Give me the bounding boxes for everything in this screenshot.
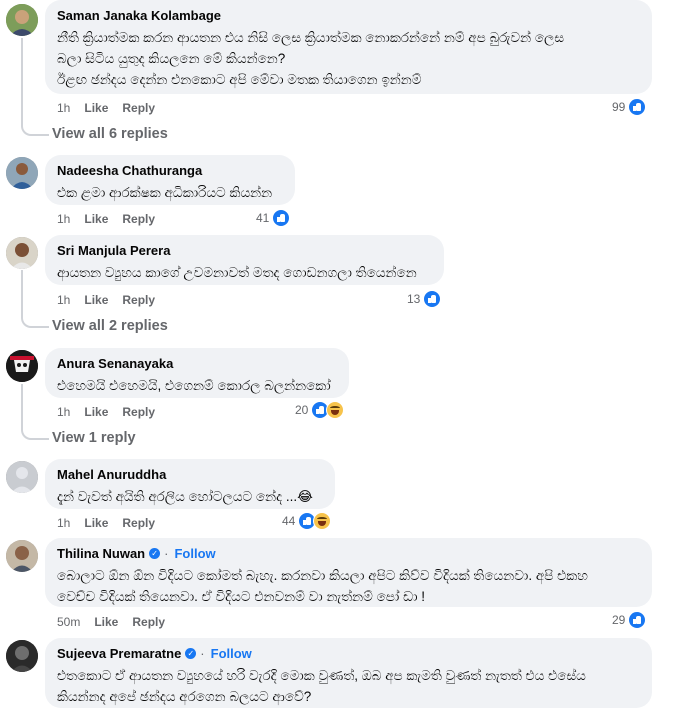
reply-button[interactable]: Reply <box>122 515 155 531</box>
avatar[interactable] <box>6 157 38 189</box>
like-button[interactable]: Like <box>84 292 108 308</box>
reaction-summary[interactable]: 29 <box>612 611 647 629</box>
comment-bubble: Nadeesha Chathuranga එක ළමා ආරක්ෂක අධිකා… <box>45 155 295 205</box>
like-icon <box>628 98 647 116</box>
avatar[interactable] <box>6 237 38 269</box>
reply-button[interactable]: Reply <box>122 404 155 420</box>
comment-timestamp[interactable]: 1h <box>57 404 70 420</box>
reply-connector <box>21 122 49 136</box>
view-replies-link[interactable]: View all 6 replies <box>52 126 168 142</box>
avatar[interactable] <box>6 350 38 382</box>
haha-icon <box>313 512 332 530</box>
comment-actions: 1h Like Reply <box>57 292 155 308</box>
comment-actions: 1h Like Reply <box>57 404 155 420</box>
reaction-summary[interactable]: 99 <box>612 98 647 116</box>
avatar[interactable] <box>6 640 38 672</box>
comment-author[interactable]: Sri Manjula Perera <box>57 242 432 259</box>
like-icon <box>423 290 442 308</box>
reply-button[interactable]: Reply <box>122 292 155 308</box>
reply-connector <box>21 314 49 328</box>
comment-actions: 50m Like Reply <box>57 614 165 630</box>
reply-connector <box>21 426 49 440</box>
comment-text: නීති ක්‍රියාත්මක කරන ආයතන එය නිසි ලෙස ක්… <box>57 30 565 87</box>
reaction-count: 44 <box>282 514 296 528</box>
comment-bubble: Sri Manjula Perera ආයතන ව්‍යුහය කාගේ උවම… <box>45 235 444 285</box>
like-button[interactable]: Like <box>84 404 108 420</box>
comment-text: බොලාට ඕන ඕන විදියට කෝමත් බැහැ. කරනවා කිය… <box>57 568 588 604</box>
author-name[interactable]: Sujeeva Premaratne <box>57 645 181 662</box>
like-icon <box>628 611 647 629</box>
comment-bubble: Mahel Anuruddha දැන් වැවත් අයිති අරලිය හ… <box>45 459 335 509</box>
comment-text: එක ළමා ආරක්ෂක අධිකාරියට කියන්න <box>57 185 273 200</box>
comment-actions: 1h Like Reply <box>57 211 155 227</box>
reaction-count: 41 <box>256 211 270 225</box>
comment-actions: 1h Like Reply <box>57 100 155 116</box>
view-replies-link[interactable]: View all 2 replies <box>52 318 168 334</box>
reaction-summary[interactable]: 20 <box>295 401 345 419</box>
haha-icon <box>326 401 345 419</box>
reaction-count: 29 <box>612 613 626 627</box>
like-button[interactable]: Like <box>94 614 118 630</box>
follow-button[interactable]: Follow <box>174 545 215 562</box>
comment-timestamp[interactable]: 1h <box>57 211 70 227</box>
comment-timestamp[interactable]: 50m <box>57 614 80 630</box>
comment-text: එහෙමයි එහෙමයි, එගෙනම් කොරල බලන්නකෝ <box>57 378 331 393</box>
comment-author[interactable]: Sujeeva Premaratne ✓ · Follow <box>57 645 640 662</box>
comment-bubble: Sujeeva Premaratne ✓ · Follow එතකොට ඒ ආය… <box>45 638 652 708</box>
thread-line <box>21 270 23 316</box>
reply-button[interactable]: Reply <box>122 211 155 227</box>
reply-button[interactable]: Reply <box>132 614 165 630</box>
comment-actions: 1h Like Reply <box>57 515 155 531</box>
avatar[interactable] <box>6 461 38 493</box>
view-replies-link[interactable]: View 1 reply <box>52 430 136 446</box>
separator-dot: · <box>164 546 169 561</box>
comment-timestamp[interactable]: 1h <box>57 292 70 308</box>
follow-button[interactable]: Follow <box>211 645 252 662</box>
comment-author[interactable]: Nadeesha Chathuranga <box>57 162 283 179</box>
comment-author[interactable]: Anura Senanayaka <box>57 355 337 372</box>
comment-author[interactable]: Saman Janaka Kolambage <box>57 7 640 24</box>
verified-badge-icon: ✓ <box>185 648 197 659</box>
separator-dot: · <box>200 646 205 661</box>
like-button[interactable]: Like <box>84 100 108 116</box>
author-name[interactable]: Thilina Nuwan <box>57 545 145 562</box>
reaction-summary[interactable]: 13 <box>407 290 442 308</box>
comment-text: දැන් වැවත් අයිති අරලිය හෝටලයට නේද ...😂 <box>57 489 313 504</box>
reaction-summary[interactable]: 41 <box>256 209 291 227</box>
comment-timestamp[interactable]: 1h <box>57 515 70 531</box>
like-button[interactable]: Like <box>84 515 108 531</box>
comment-timestamp[interactable]: 1h <box>57 100 70 116</box>
reaction-count: 20 <box>295 403 309 417</box>
comment-text: එතකොට ඒ ආයතන ව්‍යුහයේ හරි වැරදි මොක වුණත… <box>57 668 586 704</box>
like-icon <box>272 209 291 227</box>
reply-button[interactable]: Reply <box>122 100 155 116</box>
thread-line <box>21 38 23 124</box>
verified-badge-icon: ✓ <box>149 548 161 559</box>
reaction-count: 99 <box>612 100 626 114</box>
comment-bubble: Anura Senanayaka එහෙමයි එහෙමයි, එගෙනම් ක… <box>45 348 349 398</box>
comment-author[interactable]: Mahel Anuruddha <box>57 466 323 483</box>
avatar[interactable] <box>6 4 38 36</box>
thread-line <box>21 384 23 428</box>
comment-author[interactable]: Thilina Nuwan ✓ · Follow <box>57 545 640 562</box>
reaction-summary[interactable]: 44 <box>282 512 332 530</box>
like-button[interactable]: Like <box>84 211 108 227</box>
comment-bubble: Saman Janaka Kolambage නීති ක්‍රියාත්මක … <box>45 0 652 94</box>
avatar[interactable] <box>6 540 38 572</box>
reaction-count: 13 <box>407 292 421 306</box>
comment-text: ආයතන ව්‍යුහය කාගේ උවමනාවත් මතද ගොඩනගලා ත… <box>57 265 417 280</box>
comment-bubble: Thilina Nuwan ✓ · Follow බොලාට ඕන ඕන විද… <box>45 538 652 607</box>
